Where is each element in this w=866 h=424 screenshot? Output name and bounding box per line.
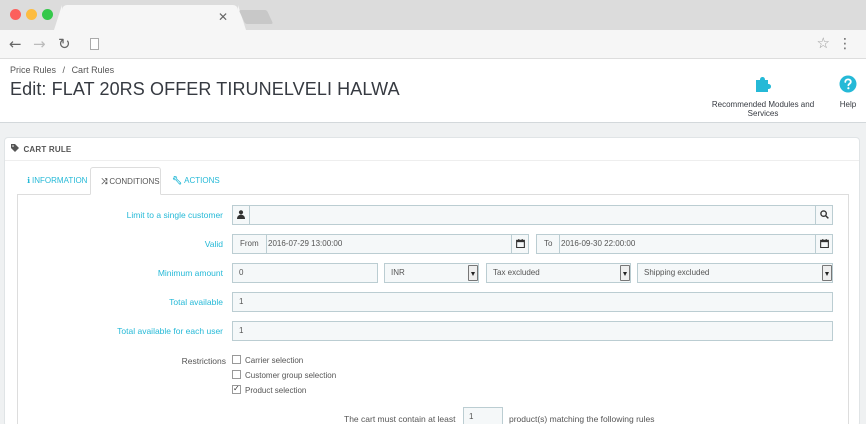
from-label: From <box>232 234 267 254</box>
help-label: Help <box>839 100 857 109</box>
to-label: To <box>536 234 561 254</box>
cart-quantity-input[interactable]: 1 <box>463 407 503 424</box>
recommended-modules-button[interactable]: Recommended Modules and Services <box>697 73 829 118</box>
maximize-window-button[interactable] <box>42 9 53 20</box>
product-selection-label: Product selection <box>245 386 307 395</box>
valid-from-field[interactable]: From 2016-07-29 13:00:00 <box>232 234 529 254</box>
tab-conditions[interactable]: ⤨ CONDITIONS <box>90 167 161 195</box>
shuffle-icon: ⤨ <box>101 177 108 186</box>
browser-tab[interactable]: ✕ <box>54 5 246 30</box>
valid-label: Valid <box>204 239 223 249</box>
browser-tabstrip: ✕ <box>0 0 866 30</box>
shipping-value: Shipping excluded <box>644 268 710 277</box>
new-tab-button[interactable] <box>238 10 274 24</box>
chevron-down-icon <box>620 265 630 281</box>
tag-icon <box>11 144 19 152</box>
tax-select[interactable]: Tax excluded <box>486 263 631 283</box>
reload-icon[interactable]: ↻ <box>58 35 71 53</box>
total-per-user-value: 1 <box>239 326 244 335</box>
browser-toolbar: ← → ↻ ☆ ⋮ <box>0 30 866 59</box>
user-icon <box>232 205 250 225</box>
breadcrumb-cart-rules[interactable]: Cart Rules <box>72 65 115 75</box>
recommended-modules-label: Recommended Modules and Services <box>711 100 815 118</box>
tab-information[interactable]: ℹ INFORMATION <box>17 167 97 195</box>
tax-value: Tax excluded <box>493 268 540 277</box>
valid-to-field[interactable]: To 2016-09-30 22:00:00 <box>536 234 833 254</box>
address-bar[interactable]: ☆ <box>82 34 832 54</box>
help-button[interactable]: Help <box>837 73 859 109</box>
wrench-icon: 🔧︎ <box>172 176 183 185</box>
cart-quantity-value: 1 <box>469 412 474 421</box>
customer-group-selection-label: Customer group selection <box>245 371 337 380</box>
product-selection-checkbox[interactable]: Product selection <box>232 384 307 396</box>
total-per-user-label: Total available for each user <box>117 326 223 336</box>
breadcrumb-price-rules[interactable]: Price Rules <box>10 65 56 75</box>
panel-heading: CART RULE <box>11 144 71 154</box>
close-icon[interactable]: ✕ <box>218 10 228 24</box>
close-window-button[interactable] <box>10 9 21 20</box>
customer-group-selection-checkbox[interactable]: Customer group selection <box>232 370 337 381</box>
valid-from-input[interactable]: 2016-07-29 13:00:00 <box>268 235 342 253</box>
breadcrumb-separator: / <box>62 65 66 75</box>
currency-value: INR <box>391 268 405 277</box>
minimize-window-button[interactable] <box>26 9 37 20</box>
checkbox-icon[interactable] <box>232 370 241 380</box>
page-icon <box>90 38 99 50</box>
tab-actions[interactable]: 🔧︎ ACTIONS <box>162 167 230 195</box>
page-header: Price Rules / Cart Rules Edit: FLAT 20RS… <box>0 59 866 123</box>
limit-customer-label: Limit to a single customer <box>126 210 223 220</box>
checkbox-icon[interactable] <box>232 355 241 365</box>
tab-conditions-label: CONDITIONS <box>109 177 160 186</box>
valid-to-input[interactable]: 2016-09-30 22:00:00 <box>561 235 635 253</box>
minimum-amount-value: 0 <box>239 268 244 277</box>
currency-select[interactable]: INR <box>384 263 479 283</box>
bookmark-star-icon[interactable]: ☆ <box>817 34 830 52</box>
tab-information-label: INFORMATION <box>32 176 88 185</box>
carrier-selection-checkbox[interactable]: Carrier selection <box>232 355 304 366</box>
carrier-selection-label: Carrier selection <box>245 356 304 365</box>
forward-arrow-icon[interactable]: → <box>33 35 46 53</box>
chevron-down-icon <box>468 265 478 281</box>
total-per-user-input[interactable]: 1 <box>232 321 833 341</box>
restrictions-label: Restrictions <box>181 356 226 366</box>
panel-heading-label: CART RULE <box>23 145 72 154</box>
shipping-select[interactable]: Shipping excluded <box>637 263 833 283</box>
back-arrow-icon[interactable]: ← <box>9 35 22 53</box>
browser-menu-icon[interactable]: ⋮ <box>838 35 852 53</box>
minimum-amount-label: Minimum amount <box>157 268 223 278</box>
search-icon[interactable] <box>815 205 833 225</box>
total-available-input[interactable]: 1 <box>232 292 833 312</box>
panel-divider <box>5 160 859 161</box>
total-available-value: 1 <box>239 297 244 306</box>
calendar-icon[interactable] <box>511 234 529 254</box>
breadcrumb: Price Rules / Cart Rules <box>10 65 118 75</box>
minimum-amount-input[interactable]: 0 <box>232 263 378 283</box>
info-icon: ℹ <box>27 176 31 185</box>
puzzle-icon <box>756 77 771 92</box>
calendar-icon[interactable] <box>815 234 833 254</box>
cart-must-contain-text: The cart must contain at least <box>344 414 456 424</box>
tab-actions-label: ACTIONS <box>184 176 220 185</box>
page-title: Edit: FLAT 20RS OFFER TIRUNELVELI HALWA <box>10 79 400 99</box>
chevron-down-icon <box>822 265 832 281</box>
help-icon <box>839 75 857 93</box>
checkbox-checked-icon[interactable] <box>232 384 241 395</box>
cart-matching-text: product(s) matching the following rules <box>509 414 655 424</box>
limit-customer-field[interactable] <box>232 205 833 225</box>
cart-rule-tabs: ℹ INFORMATION ⤨ CONDITIONS 🔧︎ ACTIONS <box>17 167 849 195</box>
total-available-label: Total available <box>169 297 223 307</box>
